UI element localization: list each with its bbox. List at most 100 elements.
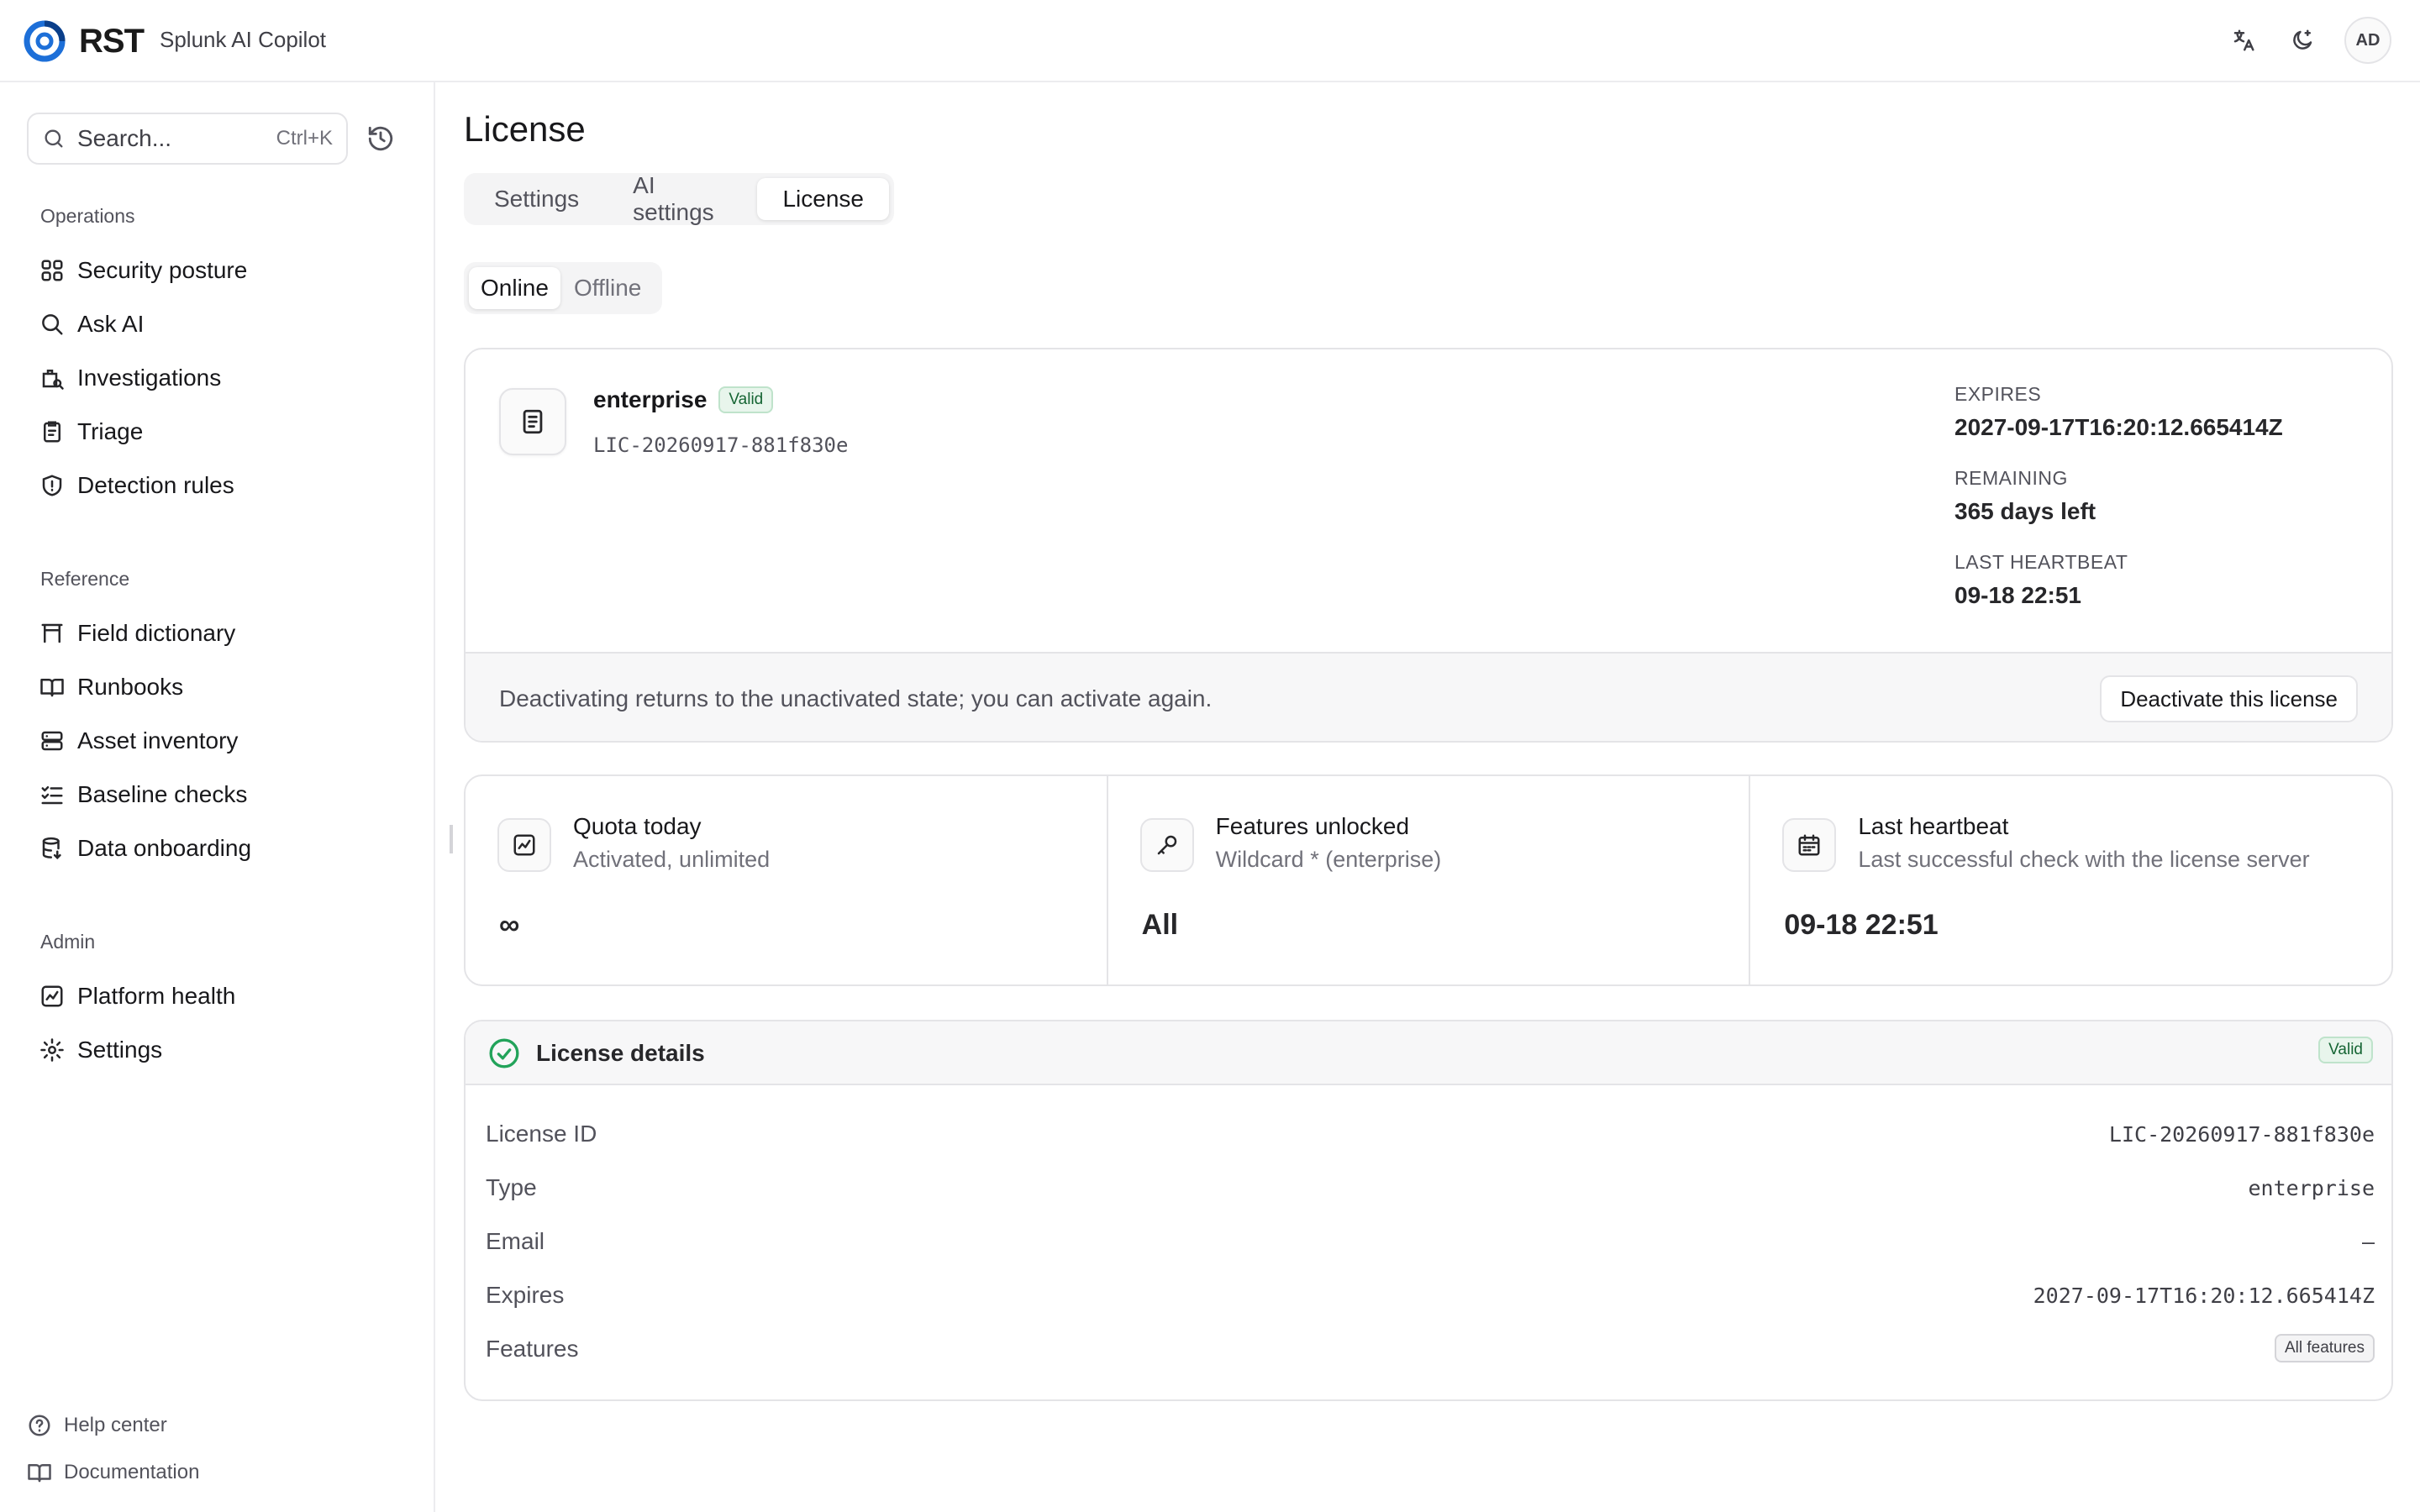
top-bar: RST Splunk AI Copilot AD xyxy=(0,0,2420,82)
search-shortcut: Ctrl+K xyxy=(276,127,333,150)
help-center-link[interactable]: Help center xyxy=(27,1413,167,1438)
check-circle-icon xyxy=(487,1037,521,1070)
row-value: 2027-09-17T16:20:12.665414Z xyxy=(2033,1284,2375,1308)
stat-features: Features unlocked Wildcard * (enterprise… xyxy=(1108,776,1751,984)
row-value: LIC-20260917-881f830e xyxy=(2108,1122,2375,1147)
stat-subtitle: Activated, unlimited xyxy=(573,847,771,872)
language-icon[interactable] xyxy=(2227,24,2260,57)
sidebar-item-triage[interactable]: Triage xyxy=(37,412,143,452)
sidebar-item-ask-ai[interactable]: Ask AI xyxy=(37,304,144,344)
license-details-card: License details Valid License ID LIC-202… xyxy=(464,1020,2393,1401)
grid-icon xyxy=(37,255,67,286)
status-badge: Valid xyxy=(718,386,774,413)
mode-online[interactable]: Online xyxy=(469,267,560,309)
stat-last-heartbeat: Last heartbeat Last successful check wit… xyxy=(1750,776,2391,984)
section-label-reference: Reference xyxy=(40,568,130,590)
stat-quota: Quota today Activated, unlimited ∞ xyxy=(466,776,1108,984)
sidebar-item-label: Ask AI xyxy=(77,311,145,337)
documentation-label: Documentation xyxy=(64,1461,200,1483)
logo-mark-icon xyxy=(24,20,66,62)
mode-toggle: Online Offline xyxy=(464,262,662,314)
details-title: License details xyxy=(536,1040,705,1066)
details-row-email: Email — xyxy=(486,1221,2375,1263)
page-title: License xyxy=(464,109,586,149)
sidebar-item-investigations[interactable]: Investigations xyxy=(37,358,221,398)
gear-icon xyxy=(37,1035,67,1065)
sidebar-item-label: Security posture xyxy=(77,257,248,283)
help-center-label: Help center xyxy=(64,1414,167,1436)
brand-logo[interactable]: RST xyxy=(22,18,145,64)
details-row-type: Type enterprise xyxy=(486,1168,2375,1210)
sidebar-item-label: Detection rules xyxy=(77,472,234,498)
license-card: enterprise Valid LIC-20260917-881f830e E… xyxy=(464,348,2393,743)
sidebar-item-label: Runbooks xyxy=(77,674,184,700)
mode-offline[interactable]: Offline xyxy=(562,267,653,309)
document-icon xyxy=(499,388,566,455)
row-key: License ID xyxy=(486,1121,597,1147)
sidebar-item-label: Settings xyxy=(77,1037,163,1063)
sidebar-item-label: Triage xyxy=(77,418,144,444)
sidebar-resize-handle[interactable] xyxy=(450,825,453,853)
row-value: — xyxy=(2361,1230,2375,1254)
help-icon xyxy=(29,1415,50,1436)
history-icon[interactable] xyxy=(366,124,397,155)
row-key: Features xyxy=(486,1336,579,1362)
search-placeholder: Search... xyxy=(77,125,172,151)
stat-value: ∞ xyxy=(499,909,520,941)
shield-icon xyxy=(37,470,67,501)
stat-subtitle: Wildcard * (enterprise) xyxy=(1215,847,1442,872)
chart-icon xyxy=(497,818,551,872)
app-name: Splunk AI Copilot xyxy=(160,27,327,52)
license-id: LIC-20260917-881f830e xyxy=(593,433,849,457)
sidebar-item-settings[interactable]: Settings xyxy=(37,1030,162,1070)
checklist-icon xyxy=(37,780,67,810)
deactivate-hint: Deactivating returns to the unactivated … xyxy=(499,685,1213,711)
clipboard-icon xyxy=(37,417,67,447)
tab-license[interactable]: License xyxy=(757,178,889,220)
sidebar-item-field-dictionary[interactable]: Field dictionary xyxy=(37,613,235,654)
documentation-link[interactable]: Documentation xyxy=(27,1460,199,1485)
license-footer: Deactivating returns to the unactivated … xyxy=(466,652,2391,741)
sidebar-item-label: Asset inventory xyxy=(77,727,239,753)
search-input[interactable]: Search... Ctrl+K xyxy=(27,113,348,165)
sidebar-item-label: Baseline checks xyxy=(77,781,248,807)
details-row-expires: Expires 2027-09-17T16:20:12.665414Z xyxy=(486,1275,2375,1317)
stat-value: All xyxy=(1141,909,1179,941)
activity-icon xyxy=(37,981,67,1011)
sidebar-item-label: Platform health xyxy=(77,983,236,1009)
section-label-admin: Admin xyxy=(40,931,96,953)
row-key: Type xyxy=(486,1174,537,1200)
sidebar-item-data-onboarding[interactable]: Data onboarding xyxy=(37,828,251,869)
deactivate-license-button[interactable]: Deactivate this license xyxy=(2100,675,2358,722)
stat-title: Last heartbeat xyxy=(1858,813,2009,839)
remaining-value: 365 days left xyxy=(1954,498,2096,524)
user-avatar[interactable]: AD xyxy=(2344,17,2391,64)
sidebar-item-label: Field dictionary xyxy=(77,620,236,646)
remaining-label: REMAINING xyxy=(1954,467,2068,489)
search-icon xyxy=(37,309,67,339)
sidebar-item-detection-rules[interactable]: Detection rules xyxy=(37,465,234,506)
sidebar-item-asset-inventory[interactable]: Asset inventory xyxy=(37,721,238,761)
features-chip: All features xyxy=(2274,1334,2375,1362)
stat-subtitle: Last successful check with the license s… xyxy=(1858,847,2310,872)
sidebar-item-platform-health[interactable]: Platform health xyxy=(37,976,235,1016)
sidebar-item-label: Investigations xyxy=(77,365,222,391)
license-type: enterprise xyxy=(593,386,708,412)
settings-tabs: Settings AI settings License xyxy=(464,172,894,225)
details-header: License details Valid xyxy=(466,1021,2391,1085)
last-heartbeat-value: 09-18 22:51 xyxy=(1954,582,2082,608)
section-label-operations: Operations xyxy=(40,205,135,227)
sidebar-item-label: Data onboarding xyxy=(77,835,252,861)
status-badge: Valid xyxy=(2318,1037,2373,1063)
row-key: Email xyxy=(486,1228,545,1254)
book-icon xyxy=(28,1464,51,1483)
sidebar-item-runbooks[interactable]: Runbooks xyxy=(37,667,183,707)
theme-toggle-icon[interactable] xyxy=(2286,24,2319,57)
case-icon xyxy=(37,363,67,393)
database-icon xyxy=(37,833,67,864)
sidebar-item-baseline-checks[interactable]: Baseline checks xyxy=(37,774,247,815)
sidebar-item-security-posture[interactable]: Security posture xyxy=(37,250,247,291)
tab-ai-settings[interactable]: AI settings xyxy=(608,172,754,225)
tab-settings[interactable]: Settings xyxy=(469,178,604,220)
brand-wordmark: RST xyxy=(79,22,145,60)
